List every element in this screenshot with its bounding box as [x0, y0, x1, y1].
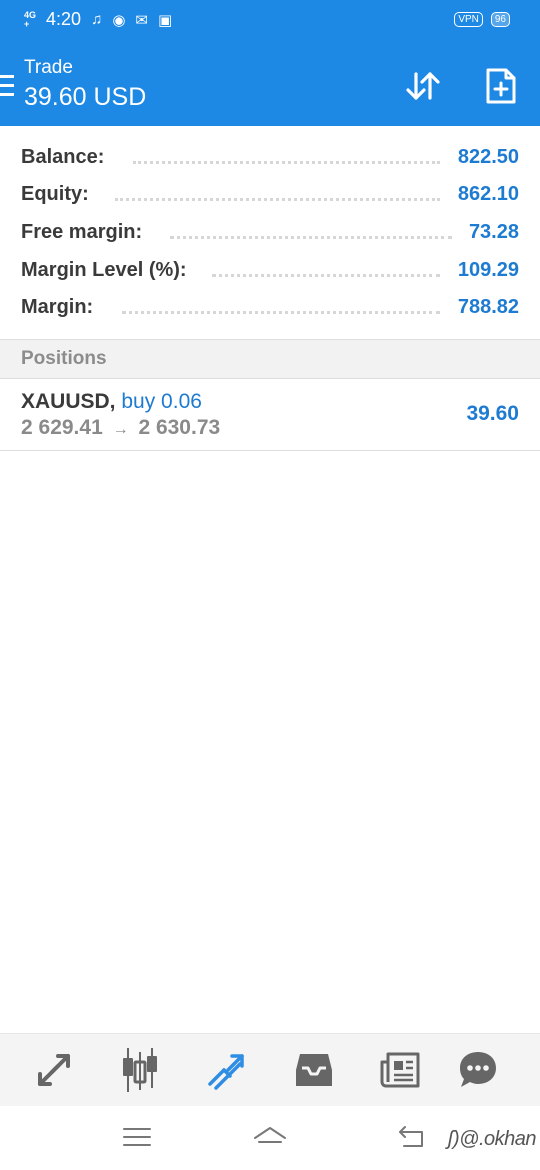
position-row[interactable]: XAUUSD, buy 0.06 2 629.41 → 2 630.73 39.… — [0, 378, 540, 451]
free-margin-row: Free margin: 73.28 — [0, 214, 540, 250]
balance-row: Balance: 822.50 — [0, 139, 540, 175]
bottom-nav — [0, 1033, 540, 1107]
margin-label: Margin: — [21, 296, 94, 318]
position-profit: 39.60 — [466, 402, 519, 425]
sort-icon[interactable] — [403, 66, 443, 106]
equity-row: Equity: 862.10 — [0, 176, 540, 212]
positions-header-label: Positions — [21, 348, 107, 369]
recent-apps-icon[interactable] — [122, 1124, 152, 1150]
dotted-leader — [170, 236, 452, 239]
photo-icon: ▣ — [157, 11, 173, 29]
margin-row: Margin: 788.82 — [0, 289, 540, 325]
watermark: ʃ)@.okhan — [447, 1128, 537, 1150]
back-icon[interactable] — [396, 1124, 426, 1150]
music-note-icon: ♫ — [91, 11, 103, 28]
chart-icon[interactable] — [118, 1048, 162, 1092]
equity-value: 862.10 — [457, 183, 519, 205]
gmail-icon: ✉ — [135, 11, 148, 29]
margin-level-label: Margin Level (%): — [21, 259, 187, 281]
status-time: 4:20 — [46, 9, 82, 29]
messenger-icon: ◉ — [112, 11, 126, 29]
history-icon[interactable] — [292, 1048, 336, 1092]
vpn-badge: VPN — [454, 12, 483, 27]
system-nav-bar: ʃ)@.okhan — [0, 1106, 540, 1170]
news-icon[interactable] — [378, 1048, 422, 1092]
margin-level-row: Margin Level (%): 109.29 — [0, 252, 540, 288]
menu-icon[interactable] — [0, 75, 14, 96]
dotted-leader — [133, 161, 440, 164]
position-title: XAUUSD, buy 0.06 — [21, 390, 202, 414]
app-header: Trade 39.60 USD — [0, 46, 540, 126]
open-price: 2 629.41 — [21, 416, 103, 439]
new-order-icon[interactable] — [483, 66, 519, 106]
position-symbol: XAUUSD, — [21, 390, 116, 413]
quotes-icon[interactable] — [32, 1048, 76, 1092]
current-price: 2 630.73 — [138, 416, 221, 439]
free-margin-label: Free margin: — [21, 221, 143, 243]
balance-label: Balance: — [21, 146, 105, 168]
positions-section-header: Positions — [0, 339, 540, 379]
status-bar: 4G + 4:20 ♫ ◉ ✉ ▣ VPN 96 — [0, 0, 540, 46]
position-prices: 2 629.41 → 2 630.73 — [21, 416, 220, 440]
dotted-leader — [212, 274, 440, 277]
free-margin-value: 73.28 — [468, 221, 519, 243]
network-signal-icon: 4G + — [24, 9, 37, 29]
arrow-right-icon: → — [112, 421, 129, 438]
margin-value: 788.82 — [457, 296, 519, 318]
margin-level-value: 109.29 — [457, 259, 519, 281]
equity-label: Equity: — [21, 183, 89, 205]
dotted-leader — [122, 311, 440, 314]
position-side: buy 0.06 — [121, 390, 202, 413]
dotted-leader — [115, 198, 440, 201]
messages-icon[interactable] — [456, 1048, 500, 1092]
page-title: Trade — [24, 57, 73, 78]
battery-icon: 96 — [490, 12, 510, 27]
balance-value: 822.50 — [457, 146, 519, 168]
home-icon[interactable] — [252, 1124, 288, 1150]
header-profit-amount: 39.60 USD — [24, 83, 147, 111]
trade-icon[interactable] — [204, 1048, 248, 1092]
